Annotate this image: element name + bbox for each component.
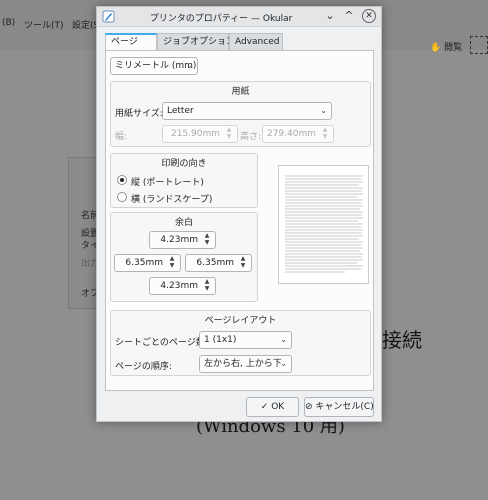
page-order-label: ページの順序:	[115, 362, 172, 372]
check-icon: ✓	[260, 402, 269, 412]
ok-button[interactable]: ✓ OK	[246, 397, 299, 417]
paper-width-label: 幅:	[115, 132, 128, 142]
cancel-button[interactable]: ⊘ キャンセル(C)	[304, 397, 374, 417]
margin-bottom-value: 4.23mm	[160, 281, 198, 291]
dialog-title: プリンタのプロパティー — Okular	[149, 14, 293, 24]
paper-group: 用紙 用紙サイズ: Letter ⌄ 幅: 215.90mm ▲ ▼ 高さ: 27…	[110, 81, 371, 147]
selection-tool-button[interactable]	[470, 36, 488, 54]
spin-arrows-icon: ▲ ▼	[204, 278, 210, 292]
spin-arrows-icon: ▲ ▼	[226, 126, 232, 140]
margin-left-value: 6.35mm	[125, 258, 163, 268]
paper-height-label: 高さ:	[240, 132, 262, 142]
page-tab-panel: ミリメートル (mm) ⌄ 用紙 用紙サイズ: Letter ⌄ 幅: 215.…	[105, 50, 374, 391]
margin-right-value: 6.35mm	[196, 258, 234, 268]
hand-icon: ✋	[430, 43, 442, 53]
okular-icon	[102, 10, 115, 23]
orientation-group-title: 印刷の向き	[161, 159, 207, 169]
margin-right-spinbox[interactable]: 6.35mm ▲ ▼	[185, 254, 252, 272]
chevron-down-icon: ⌄	[280, 359, 287, 368]
chevron-down-icon[interactable]: ⌄	[323, 9, 337, 23]
margins-group: 余白 4.23mm ▲ ▼ 6.35mm ▲ ▼ 6.35mm ▲ ▼ 4.23mm …	[110, 212, 258, 302]
cancel-icon: ⊘	[305, 402, 313, 412]
chevron-down-icon: ⌄	[320, 106, 327, 115]
chevron-up-icon[interactable]: ^	[342, 9, 356, 23]
spin-arrows-icon: ▲ ▼	[204, 232, 210, 246]
spin-arrows-icon: ▲ ▼	[240, 255, 246, 269]
margin-bottom-spinbox[interactable]: 4.23mm ▲ ▼	[149, 277, 216, 295]
ok-button-label: OK	[271, 402, 285, 412]
margin-left-spinbox[interactable]: 6.35mm ▲ ▼	[114, 254, 181, 272]
landscape-label[interactable]: 横 (ランドスケープ)	[131, 192, 212, 205]
margins-group-title: 余白	[174, 218, 193, 228]
portrait-radio[interactable]	[117, 175, 127, 185]
page-preview-text	[285, 175, 363, 273]
close-icon[interactable]: ✕	[362, 9, 376, 23]
units-combo-value: ミリメートル (mm)	[115, 61, 197, 71]
paper-height-value: 279.40mm	[266, 129, 316, 139]
printer-properties-dialog: プリンタのプロパティー — Okular ⌄ ^ ✕ ページ ジョブオプション …	[96, 6, 382, 422]
pages-per-sheet-combo[interactable]: 1 (1x1) ⌄	[199, 331, 292, 349]
paper-group-title: 用紙	[231, 87, 250, 97]
paper-width-spinbox[interactable]: 215.90mm ▲ ▼	[162, 125, 238, 143]
cancel-button-label: キャンセル(C)	[315, 402, 374, 412]
browse-tool-button[interactable]: ✋ 閲覧	[430, 40, 462, 53]
portrait-label[interactable]: 縦 (ポートレート)	[131, 175, 204, 188]
pages-per-sheet-label: シートごとのページ数:	[115, 338, 208, 348]
dialog-titlebar[interactable]: プリンタのプロパティー — Okular ⌄ ^ ✕	[97, 7, 381, 27]
page-order-combo[interactable]: 左から右, 上から下 ⌄	[199, 355, 292, 373]
margin-top-spinbox[interactable]: 4.23mm ▲ ▼	[149, 231, 216, 249]
browse-tool-label: 閲覧	[444, 43, 463, 53]
page-order-value: 左から右, 上から下	[204, 359, 282, 369]
spin-arrows-icon: ▲ ▼	[169, 255, 175, 269]
paper-size-combo[interactable]: Letter ⌄	[162, 102, 332, 120]
paper-height-spinbox[interactable]: 279.40mm ▲ ▼	[262, 125, 334, 143]
chevron-down-icon: ⌄	[280, 335, 287, 344]
menu-item-tools[interactable]: ツール(T)	[24, 18, 64, 31]
page-layout-group-title: ページレイアウト	[204, 316, 277, 326]
orientation-group: 印刷の向き 縦 (ポートレート) 横 (ランドスケープ)	[110, 153, 258, 208]
page-preview	[278, 165, 369, 284]
paper-size-label: 用紙サイズ:	[115, 109, 163, 119]
landscape-radio[interactable]	[117, 192, 127, 202]
paper-width-value: 215.90mm	[170, 129, 220, 139]
paper-size-value: Letter	[167, 106, 194, 116]
chevron-down-icon: ⌄	[186, 61, 193, 70]
page-text-connect: 接続	[382, 328, 422, 352]
tab-advanced[interactable]: Advanced	[229, 33, 283, 51]
menu-item-b[interactable]: (B)	[2, 18, 15, 28]
margin-top-value: 4.23mm	[160, 235, 198, 245]
units-combo[interactable]: ミリメートル (mm) ⌄	[110, 57, 198, 75]
tab-job-options[interactable]: ジョブオプション	[157, 33, 235, 51]
spin-arrows-icon: ▲ ▼	[322, 126, 328, 140]
page-layout-group: ページレイアウト シートごとのページ数: 1 (1x1) ⌄ ページの順序: 左…	[110, 310, 371, 376]
pages-per-sheet-value: 1 (1x1)	[204, 335, 237, 345]
